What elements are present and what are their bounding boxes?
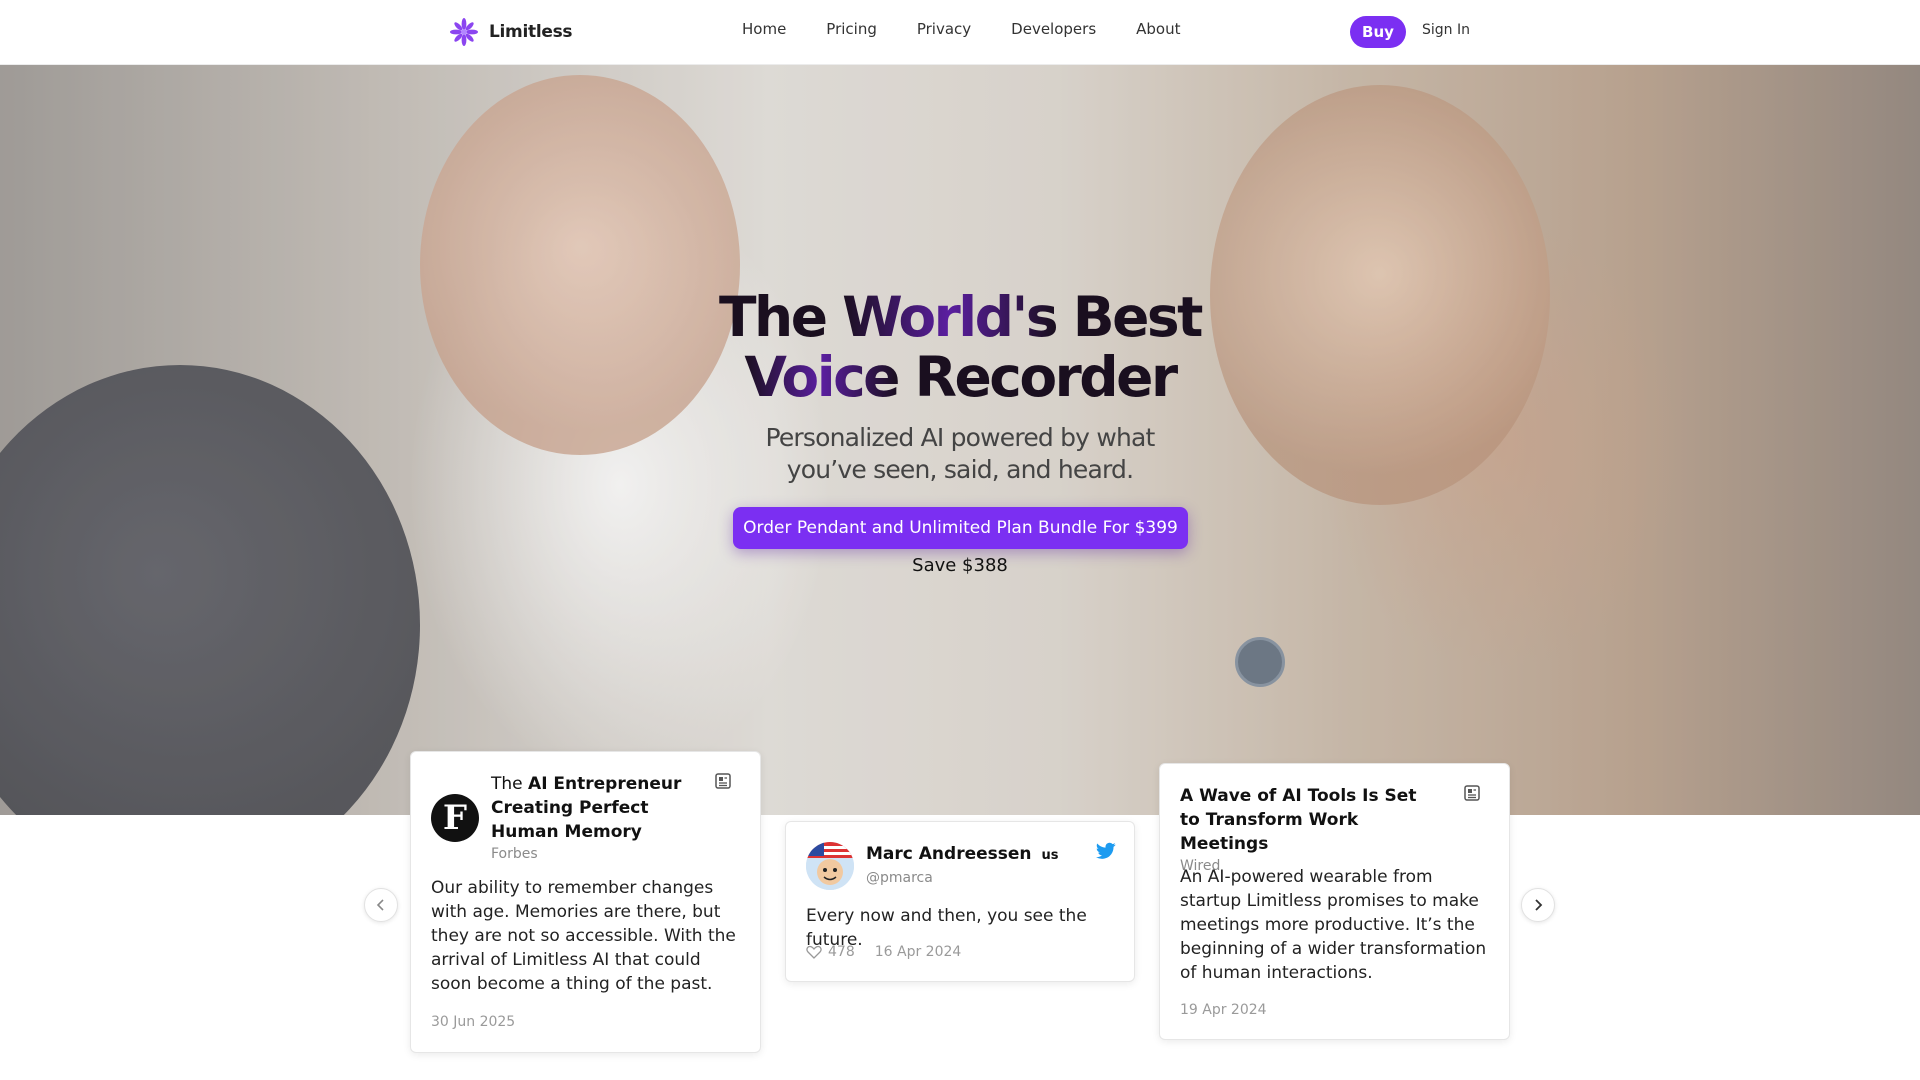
nav-link-pricing[interactable]: Pricing xyxy=(826,20,877,38)
tweet-author-name: Marc Andreessen xyxy=(866,844,1032,864)
nav-links: Home Pricing Privacy Developers About xyxy=(742,20,1181,38)
hero-title-part: The xyxy=(719,285,843,349)
hero-title-part: Recorder xyxy=(897,345,1178,409)
avatar-illustration xyxy=(806,842,854,890)
card-title: A Wave of AI Tools Is Set to Transform W… xyxy=(1180,786,1417,854)
document-icon xyxy=(715,773,731,789)
card-body: Our ability to remember changes with age… xyxy=(431,878,736,994)
buy-button[interactable]: Buy xyxy=(1350,16,1406,48)
order-bundle-button[interactable]: Order Pendant and Unlimited Plan Bundle … xyxy=(733,507,1188,549)
tweet-date: 16 Apr 2024 xyxy=(874,944,962,960)
card-date: 19 Apr 2024 xyxy=(1180,1002,1267,1018)
tweet-footer: 478 16 Apr 2024 xyxy=(806,944,961,960)
card-body: An AI-powered wearable from startup Limi… xyxy=(1180,867,1487,983)
chevron-left-icon xyxy=(376,899,384,911)
hero-section: The World's Best Voice Recorder Personal… xyxy=(0,65,1920,815)
limitless-logo-icon xyxy=(450,18,478,46)
card-date: 30 Jun 2025 xyxy=(431,1014,516,1030)
card-title: The AI Entrepreneur Creating Perfect Hum… xyxy=(491,772,711,844)
document-icon xyxy=(1464,785,1480,801)
heart-icon[interactable] xyxy=(806,945,822,959)
nav-link-home[interactable]: Home xyxy=(742,20,786,38)
tweet-handle: @pmarca xyxy=(866,870,933,886)
hero-subtitle-line: Personalized AI powered by what xyxy=(765,423,1155,452)
nav-link-about[interactable]: About xyxy=(1136,20,1180,38)
card-header: A Wave of AI Tools Is Set to Transform W… xyxy=(1180,784,1440,874)
carousel-next-button[interactable] xyxy=(1521,888,1555,922)
hero-subtitle: Personalized AI powered by what you’ve s… xyxy=(0,422,1920,486)
hero-subtitle-line: you’ve seen, said, and heard. xyxy=(786,455,1134,484)
card-source: Forbes xyxy=(491,846,538,862)
nav-link-developers[interactable]: Developers xyxy=(1011,20,1096,38)
like-count: 478 xyxy=(828,944,855,960)
sign-in-link[interactable]: Sign In xyxy=(1422,22,1470,38)
press-card-wired[interactable]: A Wave of AI Tools Is Set to Transform W… xyxy=(1159,763,1510,1040)
flag-label: us xyxy=(1041,848,1059,863)
hero-title-part: Best xyxy=(1056,285,1204,349)
nav-link-privacy[interactable]: Privacy xyxy=(917,20,971,38)
tweet-author: Marc Andreessen us xyxy=(866,844,1058,864)
chevron-right-icon xyxy=(1535,899,1543,911)
brand-name: Limitless xyxy=(489,22,573,42)
tweet-card[interactable]: Marc Andreessen us @pmarca Every now and… xyxy=(785,821,1135,982)
twitter-icon xyxy=(1096,842,1116,859)
hero-title: The World's Best Voice Recorder xyxy=(0,287,1920,407)
top-nav: Limitless Home Pricing Privacy Developer… xyxy=(0,0,1920,65)
press-card-forbes[interactable]: F The AI Entrepreneur Creating Perfect H… xyxy=(410,751,761,1053)
hero-title-highlight: World's xyxy=(842,285,1058,349)
hero-title-highlight: Voice xyxy=(744,345,900,409)
card-title-prefix: The xyxy=(491,774,529,794)
brand[interactable]: Limitless xyxy=(449,16,573,48)
avatar xyxy=(806,842,854,890)
carousel-prev-button[interactable] xyxy=(364,888,398,922)
save-text: Save $388 xyxy=(912,555,1008,576)
forbes-logo: F xyxy=(431,794,479,842)
card-header: The AI Entrepreneur Creating Perfect Hum… xyxy=(491,772,711,862)
